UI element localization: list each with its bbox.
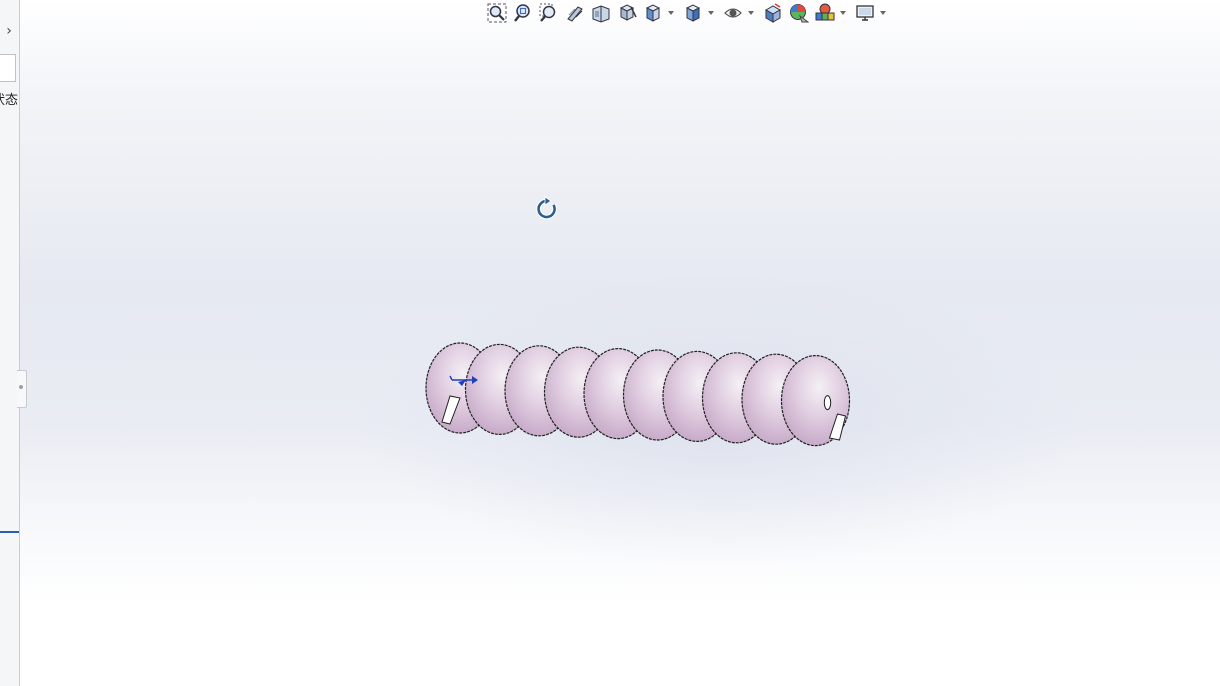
display-button[interactable] (852, 1, 878, 25)
hide-show-items-dropdown[interactable] (746, 1, 756, 25)
left-management-panel: › 状态 (0, 0, 20, 686)
edit-appearance-button[interactable] (760, 1, 786, 25)
view-settings-dropdown[interactable] (838, 1, 848, 25)
view-orientation-button[interactable] (640, 1, 666, 25)
graphics-area[interactable] (20, 0, 1220, 686)
dynamic-annotation-view-icon (592, 5, 610, 23)
view-orientation-icon (645, 4, 661, 22)
panel-status-label: 状态 (0, 93, 19, 108)
hide-show-items-button[interactable] (720, 1, 746, 25)
rotate-view-cursor-icon (536, 196, 558, 220)
panel-selection-indicator (0, 531, 19, 533)
view-settings-icon (815, 3, 835, 21)
zoom-to-fit-icon (487, 3, 507, 23)
view-selector-icon (619, 4, 637, 21)
apply-scene-button[interactable] (786, 1, 812, 25)
previous-view-icon (539, 3, 556, 22)
screw-flight-turns (425, 342, 851, 447)
expand-panel-button[interactable]: › (2, 22, 16, 40)
display-style-icon (685, 4, 701, 22)
zoom-to-area-button[interactable] (510, 1, 536, 25)
flight-bore (823, 395, 832, 411)
view-selector-button[interactable] (614, 1, 640, 25)
panel-field[interactable] (0, 54, 16, 82)
section-view-icon (567, 6, 583, 22)
apply-scene-icon (790, 4, 809, 23)
zoom-to-fit-button[interactable] (484, 1, 510, 25)
display-icon (856, 5, 874, 21)
previous-view-button[interactable] (536, 1, 562, 25)
display-dropdown[interactable] (878, 1, 888, 25)
panel-splitter-handle[interactable] (17, 370, 27, 408)
dynamic-annotation-views-button[interactable] (588, 1, 614, 25)
helical-screw-model[interactable] (420, 326, 880, 456)
display-style-dropdown[interactable] (706, 1, 716, 25)
zoom-to-area-icon (514, 4, 530, 22)
view-settings-button[interactable] (812, 1, 838, 25)
heads-up-view-toolbar (484, 1, 888, 25)
section-view-button[interactable] (562, 1, 588, 25)
hide-show-items-icon (724, 8, 742, 18)
view-orientation-dropdown[interactable] (666, 1, 676, 25)
edit-appearance-icon (764, 3, 782, 23)
display-style-button[interactable] (680, 1, 706, 25)
